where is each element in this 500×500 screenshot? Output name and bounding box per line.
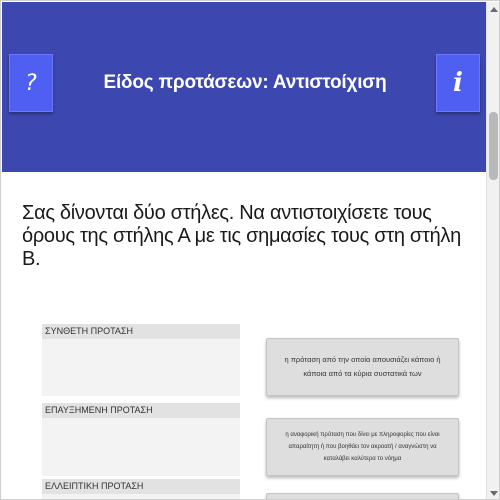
header-bar: ? Είδος προτάσεων: Αντιστοίχιση i [2,2,486,172]
answer-card-2[interactable]: η αναφορική πρόταση που δίνει με πληροφο… [266,418,459,476]
help-button[interactable]: ? [9,54,53,112]
info-button[interactable]: i [436,54,480,112]
answer-card-1[interactable]: η πρόταση από την οποία απουσιάζει κάποι… [266,338,459,396]
scrollbar-thumb[interactable] [489,112,498,180]
scroll-up-button[interactable] [487,2,499,16]
answer-card-text: η πρόταση από την οποία απουσιάζει κάποι… [284,355,441,378]
answer-card-3[interactable] [266,493,459,499]
drop-zone-3[interactable] [42,494,240,499]
scroll-down-arrow-icon [489,490,498,496]
scroll-down-button[interactable] [487,486,499,499]
term-label-3: ΕΛΛΕΙΠΤΙΚΗ ΠΡΟΤΑΣΗ [42,479,240,494]
scroll-up-arrow-icon [489,6,498,12]
help-icon: ? [25,70,37,96]
drop-zone-2[interactable] [42,418,240,476]
drop-zone-1[interactable] [42,339,240,396]
page-title: Είδος προτάσεων: Αντιστοίχιση [103,72,387,93]
vertical-scrollbar[interactable] [486,2,499,499]
term-label-1: ΣΥΝΘΕΤΗ ΠΡΟΤΑΣΗ [42,324,240,339]
term-label-2: ΕΠΑΥΞΗΜΕΝΗ ΠΡΟΤΑΣΗ [42,403,240,418]
instructions-text: Σας δίνονται δύο στήλες. Να αντιστοιχίσε… [22,202,461,270]
answer-card-text: η αναφορική πρόταση που δίνει με πληροφο… [285,432,440,462]
info-icon: i [453,68,463,98]
app-frame: ? Είδος προτάσεων: Αντιστοίχιση i Σας δί… [0,0,500,500]
